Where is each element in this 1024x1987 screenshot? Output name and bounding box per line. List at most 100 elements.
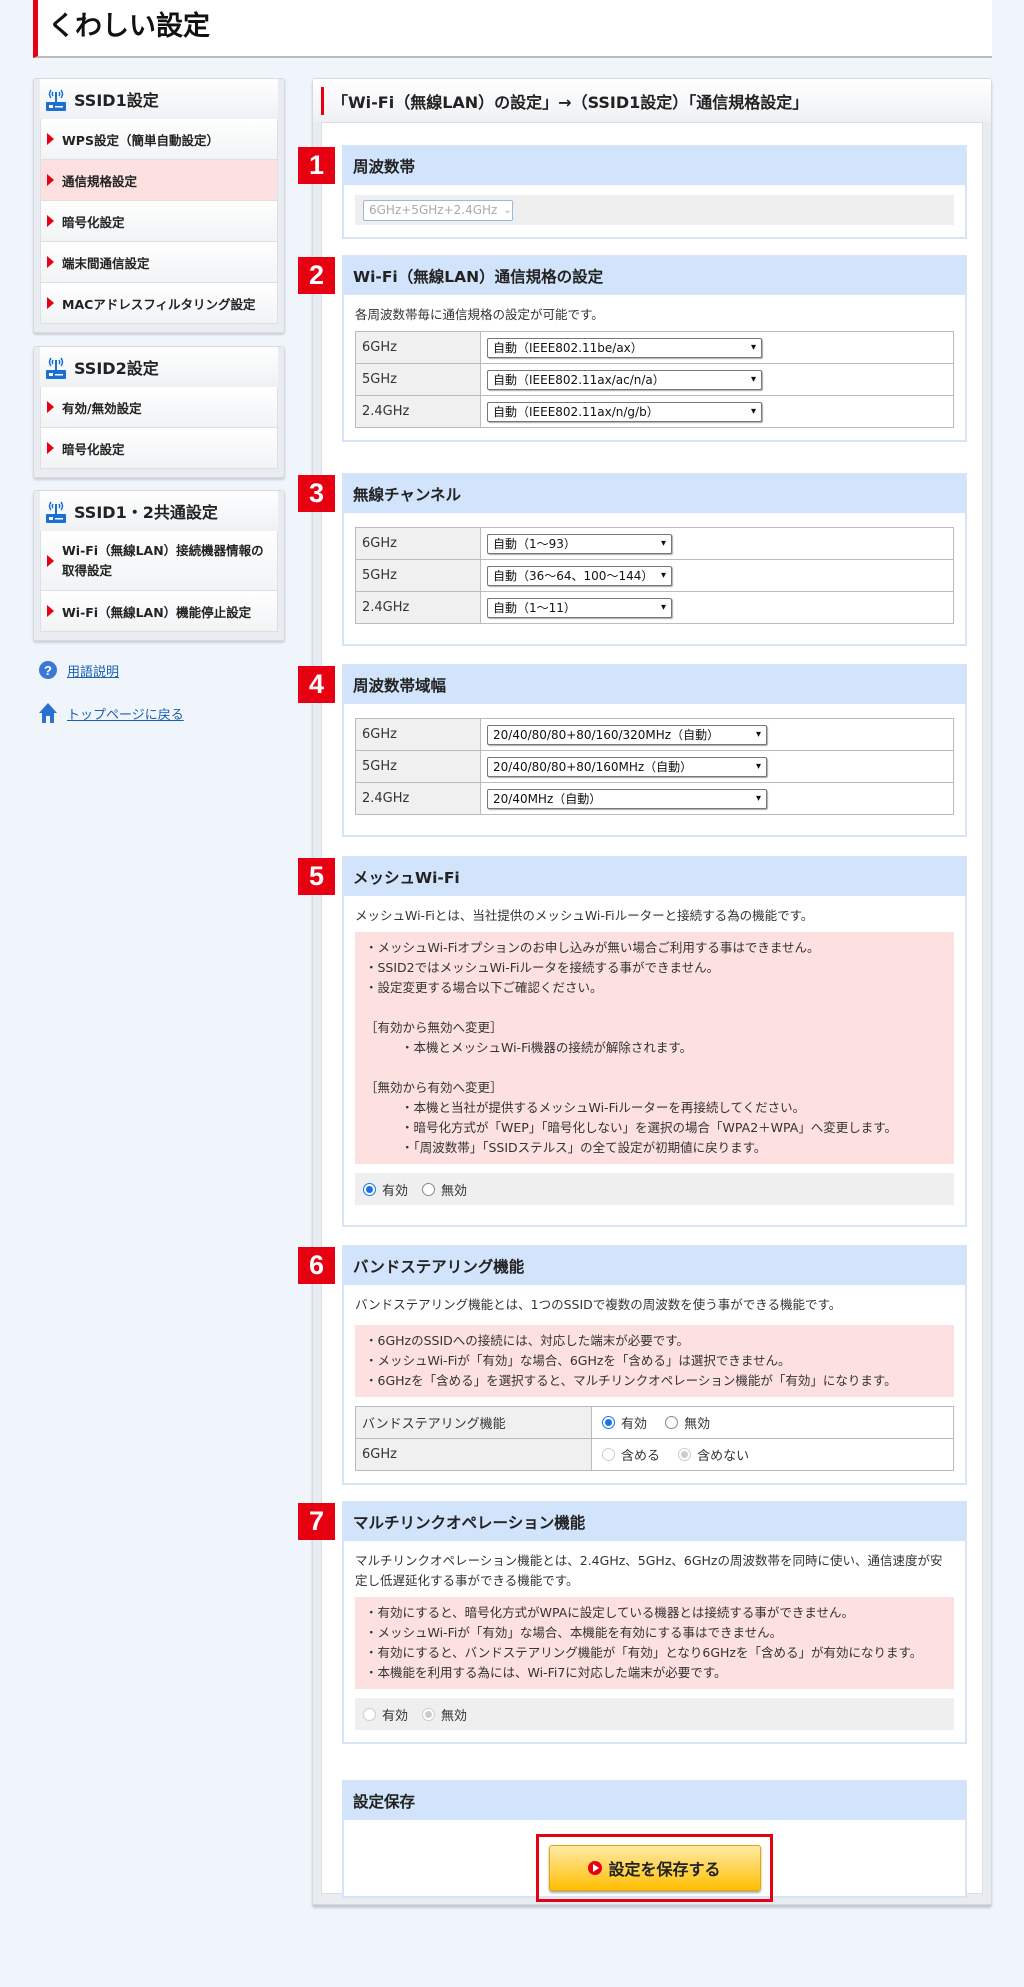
triangle-right-icon (47, 297, 54, 309)
section-description: メッシュWi-Fiとは、当社提供のメッシュWi-Fiルーターと接続する為の機能で… (355, 908, 814, 923)
standard-5ghz-select[interactable]: 自動（IEEE802.11ax/ac/n/a） ▾ (487, 369, 762, 390)
bandwidth-5ghz-select[interactable]: 20/40/80/80+80/160MHz（自動） ▾ (487, 756, 767, 777)
section-multi-link: 7 マルチリンクオペレーション機能 マルチリンクオペレーション機能とは、2.4G… (298, 1501, 967, 1744)
note-line: ・有効にすると、バンドステアリング機能が「有効」となり6GHzを「含める」が有効… (365, 1645, 923, 1660)
sidebar-item-label: 暗号化設定 (62, 214, 125, 230)
channel-6ghz-select[interactable]: 自動（1～93） ▾ (487, 533, 672, 554)
radio-unchecked-icon (665, 1415, 679, 1429)
sidebar-ssid2: SSID2設定 有効/無効設定 暗号化設定 (33, 346, 285, 478)
section-title: 無線チャンネル (344, 475, 965, 513)
sidebar-item-label: WPS設定（簡単自動設定） (62, 132, 219, 148)
row-label: 6GHz (355, 527, 481, 560)
multi-link-disable-radio[interactable]: 無効 (422, 1705, 467, 1724)
triangle-right-icon (47, 554, 54, 567)
wifi-router-icon (45, 357, 67, 380)
section-number-badge: 7 (298, 1503, 335, 1540)
section-title: バンドステアリング機能 (344, 1247, 965, 1285)
glossary-link[interactable]: ? 用語説明 (38, 660, 119, 680)
help-icon: ? (39, 661, 57, 679)
section-number-badge: 5 (298, 858, 335, 895)
triangle-right-icon (47, 605, 54, 617)
select-value: 自動（36～64、100～144） (493, 569, 654, 583)
wifi-router-icon (45, 501, 67, 524)
multi-link-radio-group: 有効 無効 (355, 1698, 954, 1730)
sidebar-heading: SSID1・2共通設定 (40, 491, 278, 531)
table-row: 6GHz 自動（1～93） ▾ (355, 527, 954, 560)
chevron-down-icon: ▾ (750, 406, 756, 417)
main-panel: 「Wi-Fi（無線LAN）の設定」→（SSID1設定）「通信規格設定」 1 周波… (298, 78, 992, 1905)
mesh-disable-radio[interactable]: 無効 (422, 1180, 467, 1199)
mesh-radio-group: 有効 無効 (355, 1173, 954, 1205)
sidebar-item-isolation[interactable]: 端末間通信設定 (40, 242, 278, 283)
glossary-link-label: 用語説明 (67, 664, 120, 680)
section-description: バンドステアリング機能とは、1つのSSIDで複数の周波数を使う事ができる機能です… (355, 1297, 842, 1312)
section-number-badge: 4 (298, 666, 335, 703)
sidebar-item-standard[interactable]: 通信規格設定 (40, 160, 278, 201)
section-description: マルチリンクオペレーション機能とは、2.4GHz、5GHz、6GHzの周波数帯を… (355, 1553, 943, 1588)
sidebar-item-label: 端末間通信設定 (62, 255, 150, 271)
channel-24ghz-select[interactable]: 自動（1～11） ▾ (487, 597, 672, 618)
accent-bar (321, 86, 324, 115)
channel-table: 6GHz 自動（1～93） ▾ 5GHz 自動（36～64、100～144） ▾ 2.4… (355, 527, 954, 624)
note-line: ・暗号化方式が「WEP」「暗号化しない」を選択の場合「WPA2＋WPA」へ変更し… (401, 1120, 898, 1135)
select-value: 自動（1～93） (493, 537, 576, 551)
sidebar-item-device-info[interactable]: Wi-Fi（無線LAN）接続機器情報の取得設定 (40, 531, 278, 591)
table-row: 2.4GHz 自動（IEEE802.11ax/n/g/b） ▾ (355, 395, 954, 428)
table-row: バンドステアリング機能 有効 無効 (355, 1406, 954, 1439)
sidebar-item-mac-filter[interactable]: MACアドレスフィルタリング設定 (40, 283, 278, 324)
multi-link-note: ・有効にすると、暗号化方式がWPAに設定している機器とは接続する事ができません。… (355, 1597, 954, 1689)
sidebar-item-label: 通信規格設定 (62, 173, 138, 189)
select-value: 自動（IEEE802.11ax/n/g/b） (493, 405, 659, 419)
channel-5ghz-select[interactable]: 自動（36～64、100～144） ▾ (487, 565, 672, 586)
mesh-enable-radio[interactable]: 有効 (363, 1180, 408, 1199)
band-steering-enable-radio[interactable]: 有効 (602, 1413, 647, 1432)
standard-6ghz-select[interactable]: 自動（IEEE802.11be/ax） ▾ (487, 337, 762, 358)
sidebar-item-label: 暗号化設定 (62, 441, 125, 457)
standard-24ghz-select[interactable]: 自動（IEEE802.11ax/n/g/b） ▾ (487, 401, 762, 422)
triangle-right-icon (47, 401, 54, 413)
triangle-right-icon (47, 133, 54, 145)
sidebar-item-encryption[interactable]: 暗号化設定 (40, 201, 278, 242)
table-row: 6GHz 含める 含めない (355, 1438, 954, 1471)
sidebar-heading: SSID1設定 (40, 79, 278, 119)
sidebar-item-wps[interactable]: WPS設定（簡単自動設定） (40, 119, 278, 160)
note-line: ・本機とメッシュWi-Fi機器の接続が解除されます。 (401, 1040, 693, 1055)
sidebar-item-encryption2[interactable]: 暗号化設定 (40, 428, 278, 469)
page-header: くわしい設定 (33, 0, 992, 58)
sidebar-item-label: MACアドレスフィルタリング設定 (62, 296, 256, 312)
section-title: メッシュWi-Fi (344, 858, 965, 896)
triangle-right-icon (47, 174, 54, 186)
sidebar-item-enable[interactable]: 有効/無効設定 (40, 387, 278, 428)
section-number-badge: 1 (298, 147, 335, 184)
include-6ghz-radio[interactable]: 含める (602, 1445, 660, 1464)
band-steering-disable-radio[interactable]: 無効 (665, 1413, 710, 1432)
table-row: 5GHz 自動（IEEE802.11ax/ac/n/a） ▾ (355, 363, 954, 396)
note-line: ・6GHzのSSIDへの接続には、対応した端末が必要です。 (365, 1333, 690, 1348)
top-page-link[interactable]: トップページに戻る (38, 702, 184, 724)
note-line: ・メッシュWi-Fiオプションのお申し込みが無い場合ご利用する事はできません。 (365, 940, 820, 955)
bandwidth-6ghz-select[interactable]: 20/40/80/80+80/160/320MHz（自動） ▾ (487, 724, 767, 745)
sidebar-heading-label: SSID2設定 (74, 359, 159, 378)
row-label: 6GHz (355, 1438, 592, 1471)
chevron-down-icon: ▾ (750, 342, 756, 353)
multi-link-enable-radio[interactable]: 有効 (363, 1705, 408, 1724)
section-channel: 3 無線チャンネル 6GHz 自動（1～93） ▾ 5GHz 自動（36～64、100… (298, 473, 967, 646)
save-settings-button[interactable]: 設定を保存する (548, 1845, 761, 1891)
chevron-down-icon: ▾ (755, 761, 761, 772)
play-circle-icon (588, 1861, 603, 1875)
sidebar-item-label: Wi-Fi（無線LAN）接続機器情報の取得設定 (62, 542, 264, 578)
table-row: 2.4GHz 自動（1～11） ▾ (355, 591, 954, 624)
sidebar-item-wifi-stop[interactable]: Wi-Fi（無線LAN）機能停止設定 (40, 591, 278, 632)
radio-checked-icon (602, 1415, 615, 1429)
top-page-link-label: トップページに戻る (67, 707, 184, 723)
bandwidth-24ghz-select[interactable]: 20/40MHz（自動） ▾ (487, 788, 767, 809)
main-title-label: 「Wi-Fi（無線LAN）の設定」→（SSID1設定）「通信規格設定」 (332, 92, 809, 112)
section-number-badge: 3 (298, 475, 335, 512)
row-label: 2.4GHz (355, 782, 481, 815)
select-value: 自動（1～11） (493, 601, 576, 615)
chevron-down-icon: ▾ (755, 793, 761, 804)
exclude-6ghz-radio[interactable]: 含めない (678, 1445, 749, 1464)
note-line: ・「周波数帯」「SSIDステルス」の全て設定が初期値に戻ります。 (401, 1140, 767, 1155)
sidebar-ssid1: SSID1設定 WPS設定（簡単自動設定） 通信規格設定 暗号化設定 端末間通信… (33, 78, 285, 333)
row-label: バンドステアリング機能 (355, 1406, 592, 1439)
